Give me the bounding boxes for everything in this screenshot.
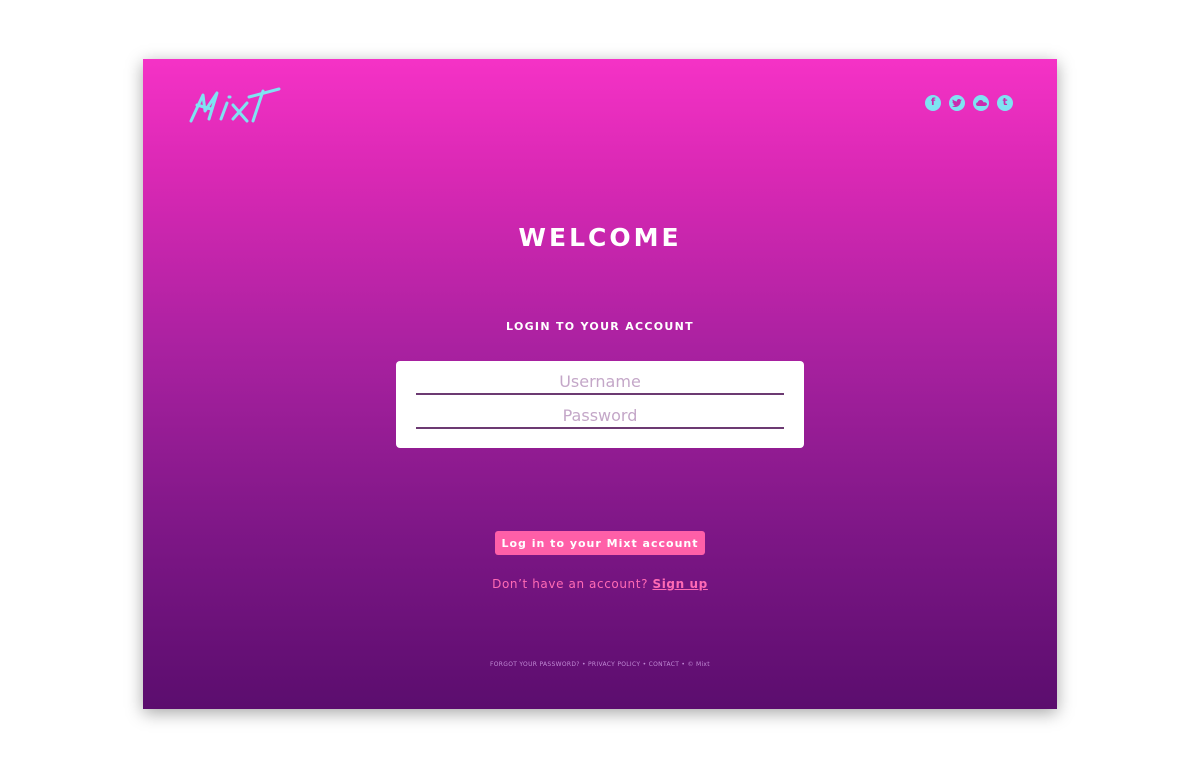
- privacy-policy-link[interactable]: PRIVACY POLICY: [588, 661, 640, 668]
- facebook-glyph: f: [930, 97, 936, 108]
- facebook-icon[interactable]: f: [925, 95, 941, 111]
- twitter-bird-shape: [952, 99, 962, 107]
- login-form: [396, 361, 804, 448]
- signup-prompt: Don’t have an account? Sign up: [143, 577, 1057, 591]
- mixt-logo[interactable]: [189, 85, 281, 125]
- footer-separator: •: [642, 661, 647, 668]
- login-page: f t WELCOME LOGIN TO YOUR ACCOUNT Log in…: [143, 59, 1057, 709]
- username-input[interactable]: [416, 369, 784, 395]
- footer-separator: •: [581, 661, 586, 668]
- contact-link[interactable]: CONTACT: [649, 661, 680, 668]
- mixt-logo-mark: [189, 87, 281, 123]
- page-title: WELCOME: [518, 223, 682, 252]
- copyright-text: © Mixt: [687, 661, 710, 668]
- forgot-password-link[interactable]: FORGOT YOUR PASSWORD?: [490, 661, 580, 668]
- login-button[interactable]: Log in to your Mixt account: [495, 531, 705, 555]
- login-heading: LOGIN TO YOUR ACCOUNT: [506, 320, 694, 333]
- password-input[interactable]: [416, 403, 784, 429]
- twitter-icon[interactable]: [949, 95, 965, 111]
- signup-link[interactable]: Sign up: [652, 577, 707, 591]
- social-links: f t: [925, 95, 1013, 111]
- cloud-shape: [975, 100, 987, 106]
- soundcloud-icon[interactable]: [973, 95, 989, 111]
- tumblr-icon[interactable]: t: [997, 95, 1013, 111]
- footer-links: FORGOT YOUR PASSWORD? • PRIVACY POLICY •…: [143, 661, 1057, 668]
- no-account-text: Don’t have an account?: [492, 577, 649, 591]
- tumblr-glyph: t: [1002, 97, 1008, 108]
- footer-separator: •: [681, 661, 686, 668]
